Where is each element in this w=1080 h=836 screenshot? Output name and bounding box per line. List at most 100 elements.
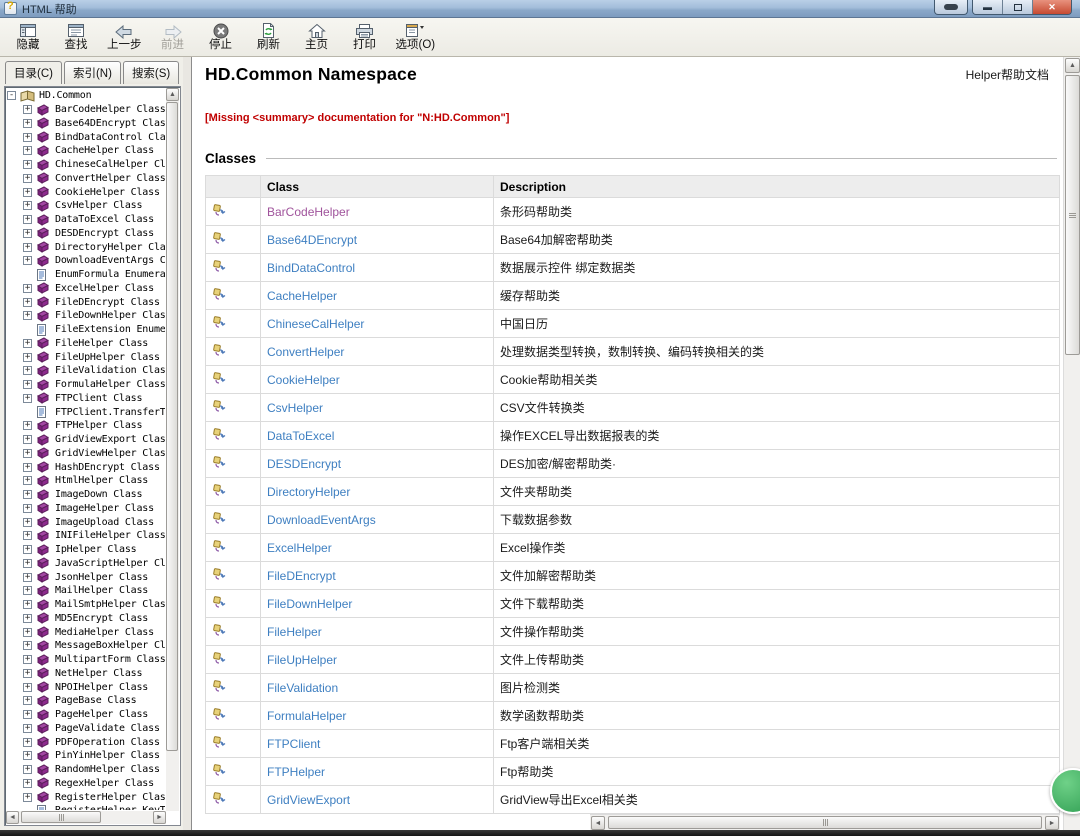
tree-item[interactable]: + HtmlHelper Class: [7, 474, 165, 488]
class-link[interactable]: FileValidation: [267, 681, 338, 695]
class-link[interactable]: CookieHelper: [267, 373, 340, 387]
content-vertical-scrollbar[interactable]: ▲ ▼: [1063, 57, 1080, 830]
maximize-button[interactable]: [1003, 0, 1033, 14]
expand-plus-icon[interactable]: +: [23, 586, 32, 595]
tree-item[interactable]: + GridViewHelper Class: [7, 447, 165, 461]
expand-plus-icon[interactable]: +: [23, 133, 32, 142]
tree-item[interactable]: + PDFOperation Class: [7, 735, 165, 749]
sidebar-vertical-scrollbar[interactable]: ▲: [166, 88, 179, 811]
class-link[interactable]: DownloadEventArgs: [267, 513, 376, 527]
expand-plus-icon[interactable]: +: [23, 669, 32, 678]
tree-item[interactable]: + ExcelHelper Class: [7, 282, 165, 296]
tree-item[interactable]: + PageValidate Class: [7, 722, 165, 736]
pane-splitter[interactable]: [183, 57, 192, 830]
tree-item[interactable]: + ImageDown Class: [7, 488, 165, 502]
tree-item[interactable]: + IpHelper Class: [7, 543, 165, 557]
close-button[interactable]: ✕: [1033, 0, 1071, 14]
find-button[interactable]: 查找: [54, 19, 98, 55]
tab-contents[interactable]: 目录(C): [5, 61, 62, 84]
tree-item[interactable]: + DirectoryHelper Clas: [7, 240, 165, 254]
tree-item[interactable]: + EnumFormula Enumerat: [7, 268, 165, 282]
tree-item[interactable]: + MultipartForm Class: [7, 653, 165, 667]
expand-plus-icon[interactable]: +: [23, 160, 32, 169]
tree-item[interactable]: + GridViewExport Class: [7, 433, 165, 447]
class-link[interactable]: ChineseCalHelper: [267, 317, 364, 331]
refresh-button[interactable]: 刷新: [247, 19, 291, 55]
expand-plus-icon[interactable]: +: [23, 545, 32, 554]
scroll-right-icon[interactable]: ►: [153, 811, 166, 824]
scroll-left-icon[interactable]: ◄: [591, 816, 605, 830]
expand-plus-icon[interactable]: +: [23, 696, 32, 705]
expand-plus-icon[interactable]: +: [23, 765, 32, 774]
expand-plus-icon[interactable]: +: [23, 531, 32, 540]
tab-index[interactable]: 索引(N): [64, 61, 121, 84]
scrollbar-thumb[interactable]: [1065, 75, 1080, 355]
collapse-minus-icon[interactable]: -: [7, 91, 16, 100]
scrollbar-thumb[interactable]: [166, 102, 178, 751]
scroll-up-icon[interactable]: ▲: [1065, 58, 1080, 73]
print-button[interactable]: 打印: [343, 19, 387, 55]
sidebar-horizontal-scrollbar[interactable]: ◄ ►: [6, 811, 166, 824]
tree-item[interactable]: + JsonHelper Class: [7, 570, 165, 584]
tree-item[interactable]: + FileHelper Class: [7, 337, 165, 351]
expand-plus-icon[interactable]: +: [23, 353, 32, 362]
tree-item[interactable]: + PageHelper Class: [7, 708, 165, 722]
hide-button[interactable]: 隐藏: [6, 19, 50, 55]
tree-item[interactable]: + NetHelper Class: [7, 667, 165, 681]
tree-item[interactable]: + PageBase Class: [7, 694, 165, 708]
back-button[interactable]: 上一步: [102, 19, 147, 55]
content-horizontal-scrollbar[interactable]: ◄ ►: [590, 814, 1060, 830]
forward-button[interactable]: 前进: [151, 19, 195, 55]
tree-item[interactable]: + FTPHelper Class: [7, 419, 165, 433]
expand-plus-icon[interactable]: +: [23, 243, 32, 252]
expand-plus-icon[interactable]: +: [23, 215, 32, 224]
home-button[interactable]: 主页: [295, 19, 339, 55]
tree-root[interactable]: - HD.Common: [7, 89, 165, 103]
expand-plus-icon[interactable]: +: [23, 188, 32, 197]
expand-plus-icon[interactable]: +: [23, 463, 32, 472]
expand-plus-icon[interactable]: +: [23, 559, 32, 568]
scroll-left-icon[interactable]: ◄: [6, 811, 19, 824]
tree-item[interactable]: + RandomHelper Class: [7, 763, 165, 777]
tree-item[interactable]: + HashDEncrypt Class: [7, 460, 165, 474]
class-link[interactable]: CsvHelper: [267, 401, 323, 415]
class-link[interactable]: ConvertHelper: [267, 345, 344, 359]
tree-item[interactable]: + DESDEncrypt Class: [7, 227, 165, 241]
expand-plus-icon[interactable]: +: [23, 751, 32, 760]
tree-item[interactable]: + CacheHelper Class: [7, 144, 165, 158]
class-link[interactable]: FileHelper: [267, 625, 322, 639]
tree-item[interactable]: + FileExtension Enumer: [7, 323, 165, 337]
expand-plus-icon[interactable]: +: [23, 614, 32, 623]
tree-item[interactable]: + Base64DEncrypt Class: [7, 117, 165, 131]
expand-plus-icon[interactable]: +: [23, 366, 32, 375]
scroll-right-icon[interactable]: ►: [1045, 816, 1059, 830]
expand-plus-icon[interactable]: +: [23, 298, 32, 307]
expand-plus-icon[interactable]: +: [23, 738, 32, 747]
tab-search[interactable]: 搜索(S): [123, 61, 179, 84]
tree-item[interactable]: + MediaHelper Class: [7, 625, 165, 639]
tree-item[interactable]: + MailSmtpHelper Class: [7, 598, 165, 612]
tree-item[interactable]: + INIFileHelper Class: [7, 529, 165, 543]
tree-item[interactable]: + ChineseCalHelper Cla: [7, 158, 165, 172]
expand-plus-icon[interactable]: +: [23, 105, 32, 114]
expand-plus-icon[interactable]: +: [23, 628, 32, 637]
pin-window-button[interactable]: [934, 0, 968, 15]
tree-item[interactable]: + RegexHelper Class: [7, 777, 165, 791]
expand-plus-icon[interactable]: +: [23, 504, 32, 513]
expand-plus-icon[interactable]: +: [23, 119, 32, 128]
expand-plus-icon[interactable]: +: [23, 779, 32, 788]
expand-plus-icon[interactable]: +: [23, 229, 32, 238]
class-link[interactable]: FormulaHelper: [267, 709, 346, 723]
tree-item[interactable]: + JavaScriptHelper Cla: [7, 557, 165, 571]
tree-item[interactable]: + FileUpHelper Class: [7, 350, 165, 364]
class-link[interactable]: GridViewExport: [267, 793, 350, 807]
tree-item[interactable]: + FTPClient Class: [7, 392, 165, 406]
expand-plus-icon[interactable]: +: [23, 655, 32, 664]
tree-item[interactable]: + FormulaHelper Class: [7, 378, 165, 392]
expand-plus-icon[interactable]: +: [23, 490, 32, 499]
expand-plus-icon[interactable]: +: [23, 518, 32, 527]
expand-plus-icon[interactable]: +: [23, 683, 32, 692]
tree-item[interactable]: + FileDEncrypt Class: [7, 295, 165, 309]
tree-item[interactable]: + NPOIHelper Class: [7, 680, 165, 694]
tree-item[interactable]: + FTPClient.TransferTy: [7, 405, 165, 419]
